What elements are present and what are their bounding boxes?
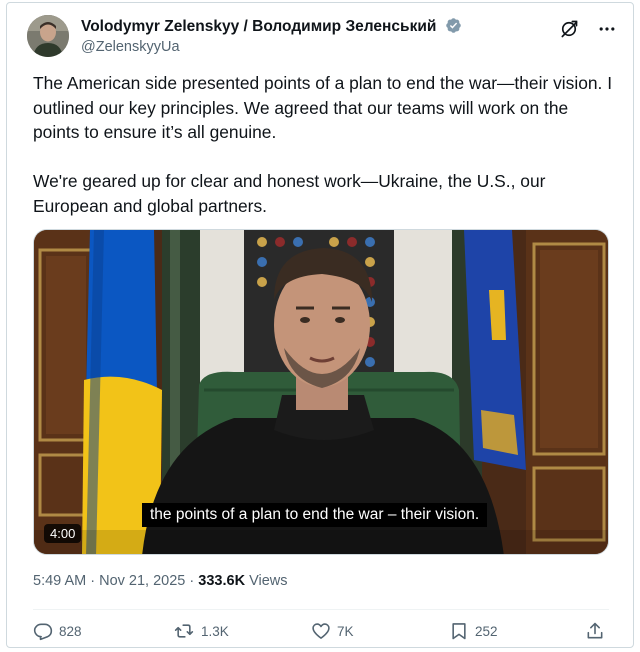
reply-icon [33, 623, 53, 641]
repost-icon [174, 624, 194, 638]
tweet-meta: 5:49 AM · Nov 21, 2025 · 333.6K Views [33, 573, 288, 589]
views-count: 333.6K [198, 573, 246, 589]
repost-button[interactable]: 1.3K [173, 621, 229, 641]
like-count: 7K [337, 623, 354, 639]
tweet-date[interactable]: Nov 21, 2025 [99, 573, 185, 589]
tweet-time[interactable]: 5:49 AM [33, 573, 86, 589]
bookmark-icon [452, 623, 466, 640]
grok-icon[interactable] [559, 19, 579, 39]
video-player[interactable]: 4:00 the points of a plan to end the war… [33, 229, 609, 555]
like-icon [312, 623, 330, 639]
reply-count: 828 [59, 623, 82, 639]
share-button[interactable] [585, 621, 605, 641]
repost-count: 1.3K [201, 623, 229, 639]
video-caption: the points of a plan to end the war – th… [142, 503, 488, 527]
meta-separator: · [90, 573, 96, 589]
reply-button[interactable]: 828 [33, 621, 82, 641]
tweet-text: The American side presented points of a … [33, 71, 613, 243]
divider [33, 609, 609, 610]
bookmark-count: 252 [475, 623, 498, 639]
like-button[interactable]: 7K [311, 621, 354, 641]
tweet-header: Volodymyr Zelenskyy / Володимир Зеленськ… [27, 13, 617, 59]
tweet-card: Volodymyr Zelenskyy / Володимир Зеленськ… [6, 2, 634, 648]
display-name[interactable]: Volodymyr Zelenskyy / Володимир Зеленськ… [81, 18, 436, 35]
avatar[interactable] [27, 15, 69, 57]
more-icon[interactable] [597, 19, 617, 39]
verified-badge-icon [445, 18, 461, 33]
meta-separator: · [189, 573, 195, 589]
bookmark-button[interactable]: 252 [449, 621, 498, 641]
action-bar: 828 1.3K 7K 252 [33, 621, 609, 645]
share-icon [587, 622, 603, 639]
views-label: Views [249, 573, 288, 589]
tweet-paragraph: The American side presented points of a … [33, 73, 613, 142]
tweet-paragraph: We're geared up for clear and honest wor… [33, 171, 546, 216]
author-handle[interactable]: @ZelenskyyUa [81, 39, 462, 55]
video-duration: 4:00 [44, 524, 82, 543]
